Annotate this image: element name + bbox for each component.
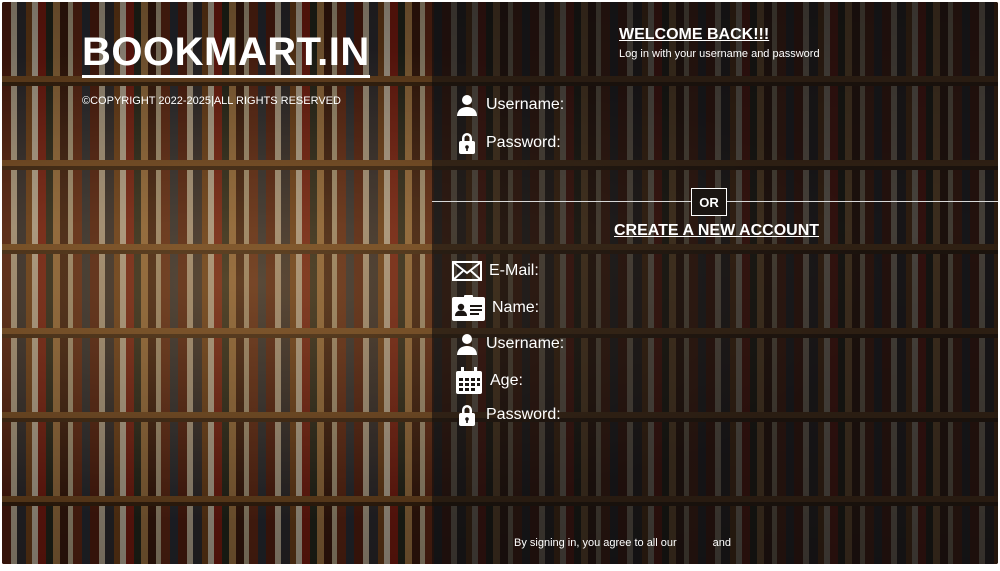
login-page: BOOKMART.IN ©COPYRIGHT 2022-2025|ALL RIG… bbox=[2, 2, 998, 564]
login-username-field[interactable]: Username: bbox=[455, 93, 564, 117]
lock-icon bbox=[455, 403, 479, 427]
signup-email-field[interactable]: E-Mail: bbox=[452, 259, 539, 283]
terms-prefix: By signing in, you agree to all our bbox=[514, 537, 677, 549]
signup-password-label: Password: bbox=[486, 406, 561, 423]
login-username-label: Username: bbox=[486, 96, 565, 113]
envelope-icon bbox=[452, 259, 482, 283]
signup-email-label: E-Mail: bbox=[489, 262, 539, 279]
signup-username-label: Username: bbox=[486, 335, 565, 352]
create-account-link[interactable]: CREATE A NEW ACCOUNT bbox=[614, 222, 819, 240]
signup-username-field[interactable]: Username: bbox=[455, 332, 564, 356]
auth-panel bbox=[432, 2, 998, 564]
user-icon bbox=[455, 332, 479, 356]
login-password-label: Password: bbox=[486, 134, 561, 151]
terms-and: and bbox=[712, 537, 732, 549]
signup-age-label: Age: bbox=[490, 372, 523, 389]
login-heading: WELCOME BACK!!! bbox=[619, 26, 770, 43]
calendar-icon bbox=[455, 367, 483, 394]
signup-name-field[interactable]: Name: bbox=[452, 295, 540, 321]
user-icon bbox=[455, 93, 479, 117]
lock-icon bbox=[455, 131, 479, 155]
signup-age-field[interactable]: Age: bbox=[455, 367, 523, 394]
brand-panel bbox=[2, 2, 432, 564]
terms-text: By signing in, you agree to all our and bbox=[514, 537, 731, 549]
or-divider: OR bbox=[691, 188, 727, 216]
id-card-icon bbox=[452, 295, 485, 321]
copyright-text: ©COPYRIGHT 2022-2025|ALL RIGHTS RESERVED bbox=[82, 95, 341, 107]
signup-name-label: Name: bbox=[492, 299, 540, 316]
login-password-field[interactable]: Password: bbox=[455, 131, 561, 155]
login-subheading: Log in with your username and password bbox=[619, 48, 820, 60]
brand-title: BOOKMART.IN bbox=[82, 30, 370, 78]
signup-password-field[interactable]: Password: bbox=[455, 403, 561, 427]
